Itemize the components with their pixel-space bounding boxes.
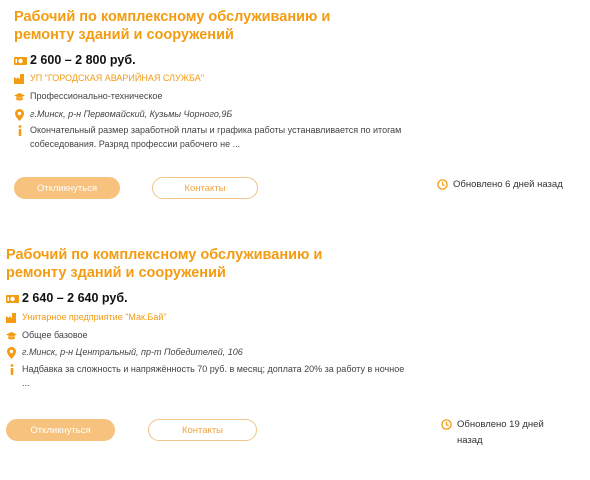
description-row: Окончательный размер заработной платы и … — [14, 123, 404, 151]
factory-icon — [6, 312, 17, 323]
info-icon — [14, 125, 25, 136]
salary-value: 2 600 – 2 800 руб. — [30, 53, 136, 67]
address-row: г.Минск, р-н Центральный, пр-т Победител… — [6, 345, 243, 359]
employer-name[interactable]: Унитарное предприятие "Мак.Бай" — [22, 310, 167, 324]
graduation-cap-icon — [14, 91, 25, 102]
updated-text: Обновлено 19 дней назад — [457, 419, 544, 446]
money-icon — [6, 293, 19, 304]
updated-info: Обновлено 6 дней назад — [437, 177, 563, 193]
vacancy-title[interactable]: Рабочий по комплексному обслуживанию и р… — [6, 246, 386, 282]
employer-name[interactable]: УП "ГОРОДСКАЯ АВАРИЙНАЯ СЛУЖБА" — [30, 71, 204, 85]
vacancy-card: Рабочий по комплексному обслуживанию и р… — [0, 238, 590, 468]
education-level: Общее базовое — [22, 330, 88, 340]
education-row: Общее базовое — [6, 328, 88, 342]
education-level: Профессионально-техническое — [30, 91, 163, 101]
salary-row: 2 600 – 2 800 руб. — [14, 52, 136, 68]
location-pin-icon — [6, 346, 17, 359]
education-row: Профессионально-техническое — [14, 89, 162, 103]
updated-text: Обновлено 6 дней назад — [453, 179, 563, 190]
money-icon — [14, 55, 27, 66]
salary-row: 2 640 – 2 640 руб. — [6, 290, 128, 306]
contacts-button[interactable]: Контакты — [152, 177, 258, 199]
salary-value: 2 640 – 2 640 руб. — [22, 291, 128, 305]
description-row: Надбавка за сложность и напряжённость 70… — [6, 362, 406, 390]
clock-icon — [437, 179, 448, 190]
employer-row: Унитарное предприятие "Мак.Бай" — [6, 310, 167, 324]
employer-row: УП "ГОРОДСКАЯ АВАРИЙНАЯ СЛУЖБА" — [14, 71, 204, 85]
address-row: г.Минск, р-н Первомайский, Кузьмы Чорног… — [14, 107, 232, 121]
description: Надбавка за сложность и напряжённость 70… — [22, 364, 405, 388]
contacts-button[interactable]: Контакты — [148, 419, 257, 441]
description: Окончательный размер заработной платы и … — [30, 125, 402, 149]
apply-button[interactable]: Откликнуться — [14, 177, 120, 199]
address: г.Минск, р-н Первомайский, Кузьмы Чорног… — [30, 109, 233, 119]
info-icon — [6, 364, 17, 375]
apply-button[interactable]: Откликнуться — [6, 419, 115, 441]
vacancy-title[interactable]: Рабочий по комплексному обслуживанию и р… — [14, 8, 394, 44]
factory-icon — [14, 73, 25, 84]
location-pin-icon — [14, 108, 25, 121]
graduation-cap-icon — [6, 330, 17, 341]
address: г.Минск, р-н Центральный, пр-т Победител… — [22, 347, 243, 357]
updated-info: Обновлено 19 дней назад — [441, 417, 567, 449]
clock-icon — [441, 419, 452, 430]
vacancy-card: Рабочий по комплексному обслуживанию и р… — [0, 0, 590, 230]
